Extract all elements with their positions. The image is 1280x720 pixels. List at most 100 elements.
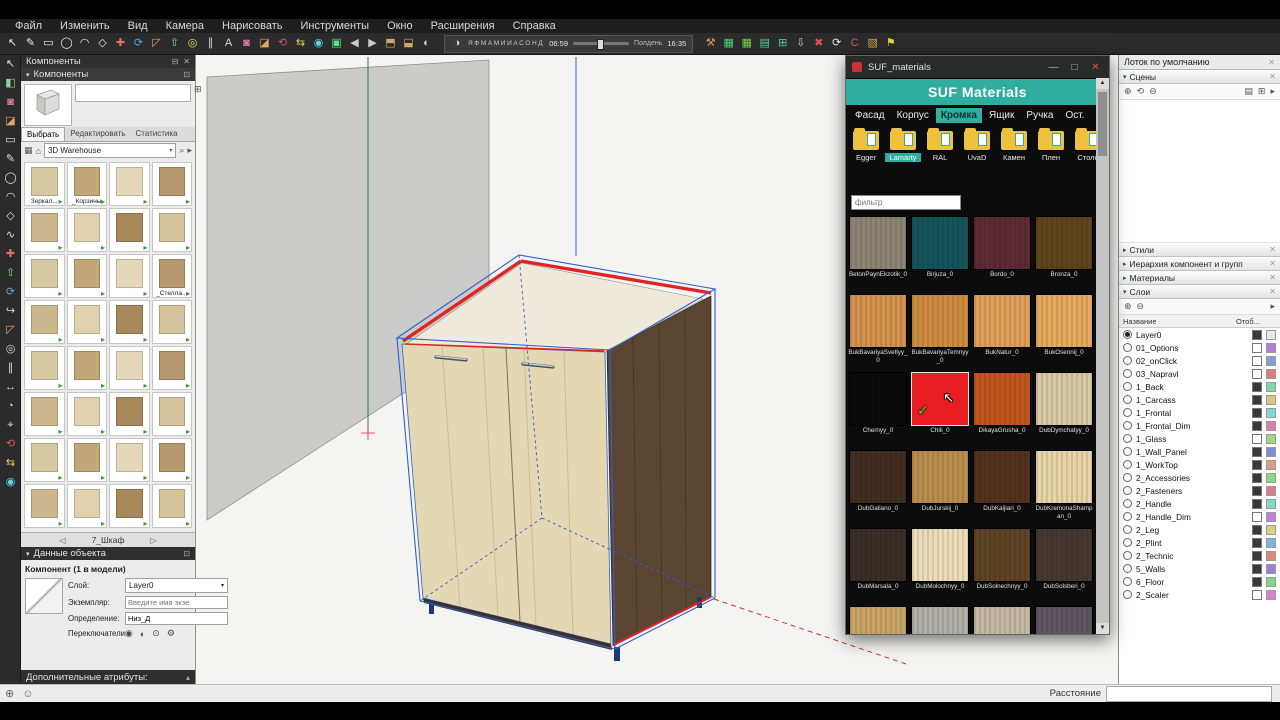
component-thumbnail[interactable]: ▸ <box>109 162 150 206</box>
component-thumbnail[interactable]: ▸ <box>66 438 107 482</box>
layer-active-radio[interactable] <box>1123 343 1132 352</box>
close-icon[interactable]: ✕ <box>183 57 190 66</box>
layer-color-chip[interactable] <box>1266 485 1276 496</box>
layer-visibility-checkbox[interactable] <box>1252 472 1262 483</box>
component-thumbnail[interactable]: ▸ <box>66 300 107 344</box>
menu-item-5[interactable]: Инструменты <box>291 19 378 33</box>
component-thumbnail[interactable]: ▸ <box>24 392 65 436</box>
insert-component-icon[interactable]: ▸ <box>101 197 105 206</box>
dialog-titlebar[interactable]: SUF_materials — □ ✕ <box>846 56 1109 79</box>
material-swatch[interactable]: DubJurskij_0 <box>910 450 970 526</box>
layer-color-chip[interactable] <box>1266 537 1276 548</box>
push-pull-icon[interactable]: ⇧ <box>166 35 183 52</box>
menu-item-7[interactable]: Расширения <box>422 19 504 33</box>
component-thumbnail[interactable]: ▸ <box>66 346 107 390</box>
scale-icon[interactable]: ◸ <box>0 321 21 340</box>
layer-active-radio[interactable] <box>1123 486 1132 495</box>
material-swatch[interactable]: DubSolsberi_0 <box>1034 528 1094 604</box>
component-thumbnail[interactable]: ▸ <box>151 346 192 390</box>
layer-color-chip[interactable] <box>1266 355 1276 366</box>
insert-component-icon[interactable]: ▸ <box>58 473 62 482</box>
insert-component-icon[interactable]: ▸ <box>101 427 105 436</box>
section-close-icon[interactable]: ✕ <box>1269 245 1276 254</box>
orbit-icon[interactable]: ⟲ <box>0 435 21 454</box>
layer-visibility-checkbox[interactable] <box>1252 368 1262 379</box>
additional-attributes-header[interactable]: Дополнительные атрибуты: ▴ <box>21 670 195 684</box>
layer-color-chip[interactable] <box>1266 342 1276 353</box>
pan-icon[interactable]: ⇆ <box>292 35 309 52</box>
credits-icon[interactable]: ☺ <box>22 688 33 700</box>
circle-icon[interactable]: ◯ <box>58 35 75 52</box>
eraser-icon[interactable]: ◪ <box>0 112 21 131</box>
menu-item-4[interactable]: Нарисовать <box>213 19 291 33</box>
export-sheet-icon[interactable]: ⊞ <box>774 35 791 52</box>
menu-item-3[interactable]: Камера <box>157 19 213 33</box>
layer-visibility-checkbox[interactable] <box>1252 355 1262 366</box>
layer-active-radio[interactable] <box>1123 460 1132 469</box>
scenes-list-empty[interactable] <box>1119 100 1280 243</box>
material-swatch[interactable]: Bronza_0 <box>1034 216 1094 292</box>
section-outliner[interactable]: ▸ Иерархия компонент и групп ✕ <box>1119 257 1280 271</box>
dialog-scrollbar[interactable]: ▲ ▼ <box>1096 78 1109 634</box>
layer-visibility-checkbox[interactable] <box>1252 550 1262 561</box>
delete-red-icon[interactable]: ✖ <box>810 35 827 52</box>
insert-component-icon[interactable]: ▸ <box>186 519 190 528</box>
brand-folder-1[interactable]: Lamarty <box>885 128 921 162</box>
polygon-icon[interactable]: ◇ <box>94 35 111 52</box>
layer-row[interactable]: Layer0 <box>1119 328 1280 341</box>
rectangle-icon[interactable]: ▭ <box>40 35 57 52</box>
layer-active-radio[interactable] <box>1123 551 1132 560</box>
hammer-icon[interactable]: ⚒ <box>702 35 719 52</box>
freehand-icon[interactable]: ∿ <box>0 226 21 245</box>
brand-folder-5[interactable]: Плен <box>1033 128 1069 162</box>
menu-item-2[interactable]: Вид <box>119 19 157 33</box>
materials-tab-4[interactable]: Ручка <box>1021 108 1058 123</box>
insert-component-icon[interactable]: ▸ <box>58 335 62 344</box>
component-thumbnail[interactable]: ▸ <box>109 346 150 390</box>
layer-row[interactable]: 2_Plint <box>1119 536 1280 549</box>
layers-menu-icon[interactable]: ▸ <box>1270 301 1275 312</box>
layer-visibility-checkbox[interactable] <box>1252 329 1262 340</box>
layer-active-radio[interactable] <box>1123 577 1132 586</box>
layer-row[interactable]: 2_Leg <box>1119 523 1280 536</box>
layer-visibility-checkbox[interactable] <box>1252 589 1262 600</box>
insert-component-icon[interactable]: ▸ <box>186 427 190 436</box>
layer-visibility-checkbox[interactable] <box>1252 498 1262 509</box>
flag-icon[interactable]: ⚑ <box>882 35 899 52</box>
materials-table-icon[interactable]: ▦ <box>738 35 755 52</box>
material-swatch[interactable]: BukBavariyaTemnyy_0 <box>910 294 970 370</box>
insert-component-icon[interactable]: ▸ <box>186 381 190 390</box>
scenes-menu-icon[interactable]: ▸ <box>1270 86 1275 97</box>
insert-component-icon[interactable]: ▸ <box>101 243 105 252</box>
layer-row[interactable]: 2_Fasteners <box>1119 484 1280 497</box>
layer-active-radio[interactable] <box>1123 330 1132 339</box>
zoom-extents-icon[interactable]: ▣ <box>328 35 345 52</box>
material-swatch[interactable]: DubDymchatyy_0 <box>1034 372 1094 448</box>
layer-color-chip[interactable] <box>1266 563 1276 574</box>
layer-visibility-checkbox[interactable] <box>1252 446 1262 457</box>
layer-active-radio[interactable] <box>1123 382 1132 391</box>
layer-active-radio[interactable] <box>1123 564 1132 573</box>
layer-visibility-checkbox[interactable] <box>1252 420 1262 431</box>
component-thumbnail[interactable]: ▸ <box>24 438 65 482</box>
move-icon[interactable]: ✚ <box>112 35 129 52</box>
material-swatch[interactable]: BetonPaynEkzotik_0 <box>848 216 908 292</box>
component-thumbnail[interactable]: ▸ <box>66 254 107 298</box>
insert-component-icon[interactable]: ▸ <box>101 473 105 482</box>
insert-component-icon[interactable]: ▸ <box>58 289 62 298</box>
layer-color-chip[interactable] <box>1266 446 1276 457</box>
rotate-icon[interactable]: ⟳ <box>0 283 21 302</box>
section-scenes[interactable]: ▾ Сцены ✕ <box>1119 70 1280 84</box>
material-filter-input[interactable] <box>851 194 961 210</box>
materials-tab-1[interactable]: Корпус <box>892 108 934 123</box>
material-swatch[interactable]: Chili_0 ✓ ↖ <box>910 372 970 448</box>
layer-active-radio[interactable] <box>1123 525 1132 534</box>
dimension-icon[interactable]: ↔ <box>0 378 21 397</box>
collapse-arrow-icon[interactable]: ▾ <box>26 550 30 558</box>
select-tool-icon[interactable]: ↖ <box>0 55 21 74</box>
layer-color-chip[interactable] <box>1266 576 1276 587</box>
paint-bucket-icon[interactable]: ◙ <box>238 35 255 52</box>
minimize-button[interactable]: — <box>1046 62 1061 73</box>
insert-component-icon[interactable]: ▸ <box>186 289 190 298</box>
layer-active-radio[interactable] <box>1123 434 1132 443</box>
